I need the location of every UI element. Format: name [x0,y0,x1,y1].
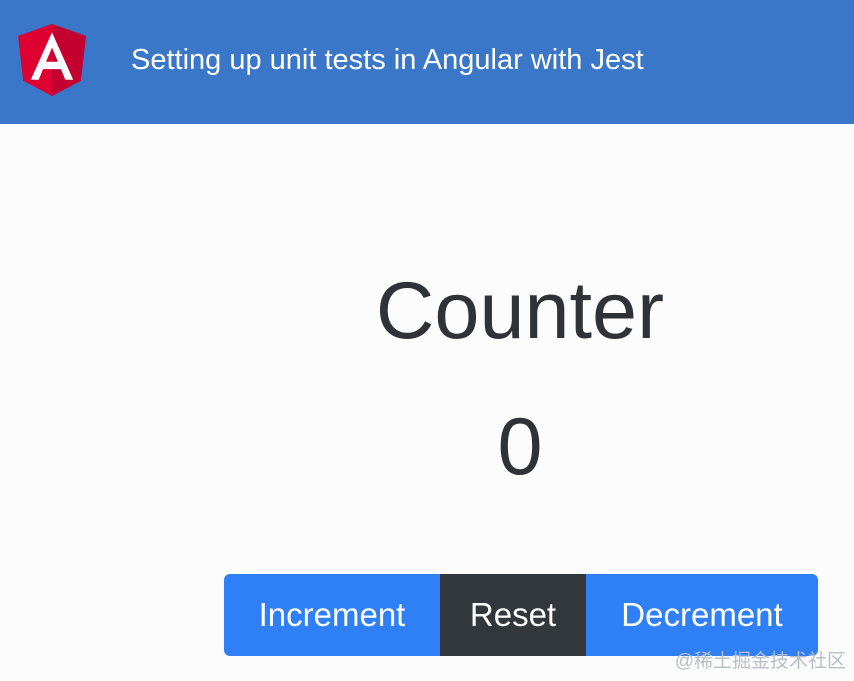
app-toolbar: Setting up unit tests in Angular with Je… [0,0,854,124]
app-title: Setting up unit tests in Angular with Je… [131,44,644,76]
increment-button[interactable]: Increment [224,574,440,656]
decrement-button[interactable]: Decrement [586,574,818,656]
counter-value: 0 [497,402,543,492]
counter-title: Counter [375,266,665,356]
reset-button[interactable]: Reset [440,574,586,656]
watermark: @稀土掘金技术社区 [674,651,846,672]
angular-logo-icon [18,24,86,96]
counter-button-group: Increment Reset Decrement [224,574,818,656]
